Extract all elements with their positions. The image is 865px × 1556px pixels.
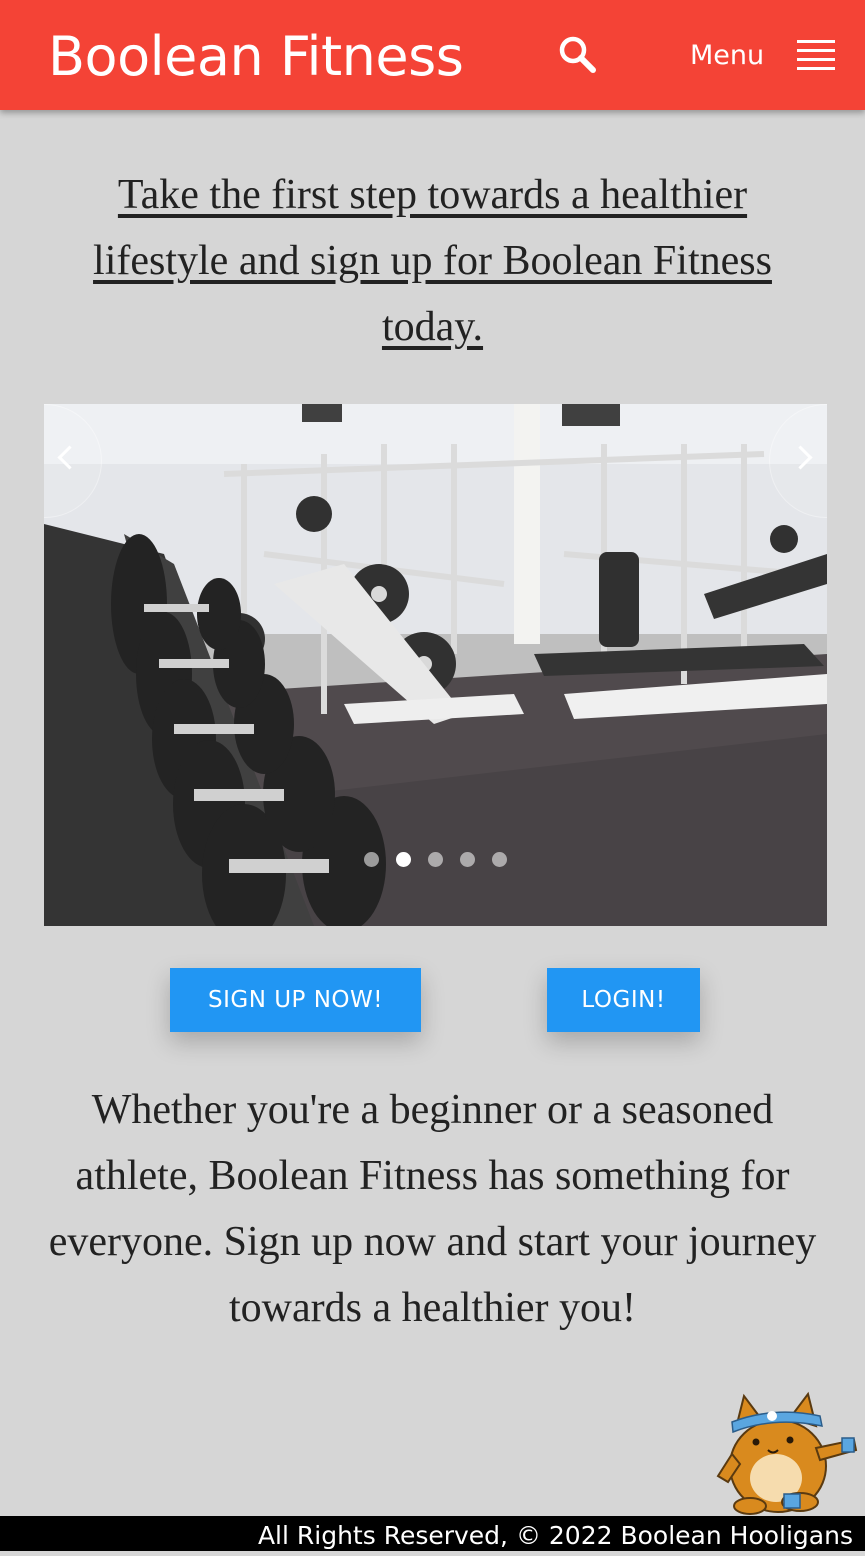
top-app-bar: Boolean Fitness Menu <box>0 0 865 110</box>
cat-mascot-icon[interactable] <box>716 1388 861 1516</box>
hamburger-menu-icon[interactable] <box>797 40 835 70</box>
image-carousel[interactable] <box>44 404 827 926</box>
chevron-right-icon <box>788 445 813 470</box>
login-button[interactable]: LOGIN! <box>547 968 700 1032</box>
intro-headline[interactable]: Take the first step towards a healthier … <box>60 162 805 360</box>
brand-title[interactable]: Boolean Fitness <box>48 22 464 92</box>
gym-dumbbell-rack-photo <box>44 404 827 926</box>
menu-label[interactable]: Menu <box>690 38 764 74</box>
carousel-dot-1[interactable] <box>364 852 379 867</box>
copyright-text: All Rights Reserved, © 2022 Boolean Hool… <box>257 1521 853 1550</box>
carousel-dot-4[interactable] <box>460 852 475 867</box>
search-icon[interactable] <box>556 34 600 78</box>
sign-up-button[interactable]: SIGN UP NOW! <box>170 968 421 1032</box>
carousel-dot-5[interactable] <box>492 852 507 867</box>
chevron-left-icon <box>57 445 82 470</box>
page-footer: All Rights Reserved, © 2022 Boolean Hool… <box>0 1516 865 1551</box>
carousel-dot-2[interactable] <box>396 852 411 867</box>
carousel-dot-3[interactable] <box>428 852 443 867</box>
intro-paragraph: Whether you're a beginner or a seasoned … <box>48 1087 817 1331</box>
